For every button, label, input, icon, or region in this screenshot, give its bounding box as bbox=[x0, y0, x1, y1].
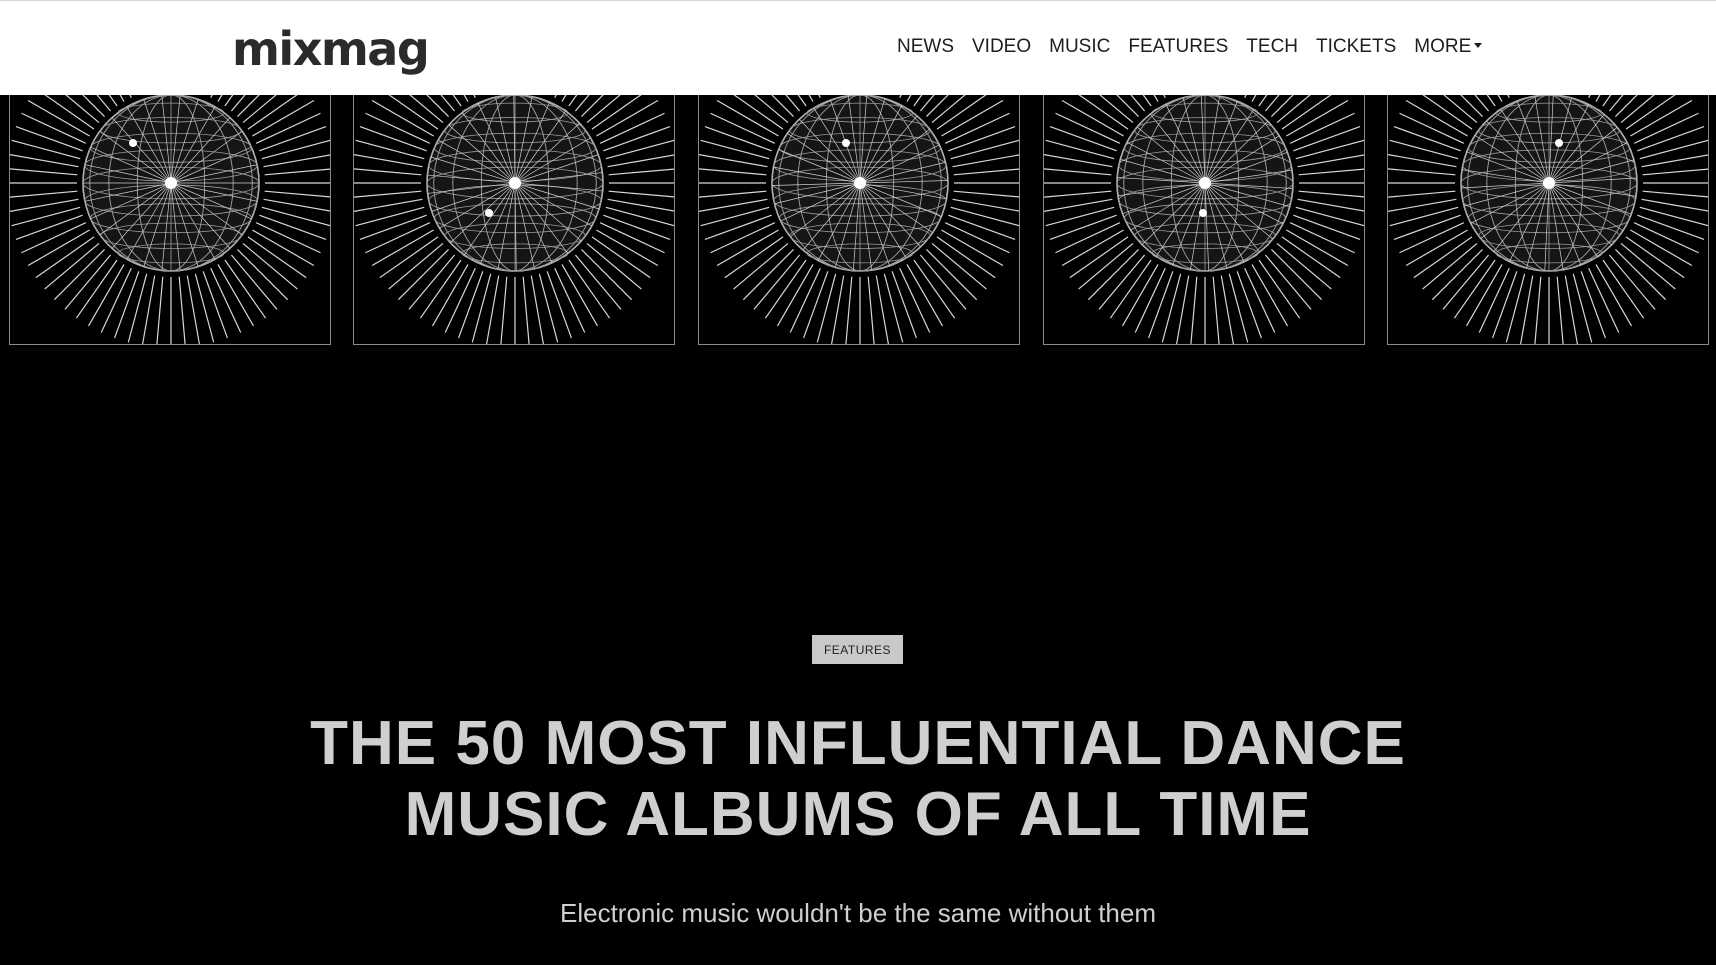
disco-ball-tile bbox=[1043, 95, 1365, 345]
disco-ball-icon bbox=[354, 95, 674, 344]
nav-music[interactable]: MUSIC bbox=[1040, 33, 1119, 61]
nav-tickets[interactable]: TICKETS bbox=[1307, 33, 1405, 61]
article-title-line-2: MUSIC ALBUMS OF ALL TIME bbox=[404, 780, 1312, 849]
category-badge[interactable]: FEATURES bbox=[812, 635, 903, 664]
mixmag-logo[interactable]: mixmag bbox=[232, 21, 430, 77]
disco-ball-icon bbox=[1044, 95, 1364, 344]
disco-ball-tile bbox=[9, 95, 331, 345]
chevron-down-icon bbox=[1474, 42, 1483, 48]
nav-tech[interactable]: TECH bbox=[1237, 33, 1307, 61]
disco-ball-icon bbox=[1388, 95, 1708, 344]
hero-image bbox=[0, 95, 1716, 350]
main-nav: NEWS VIDEO MUSIC FEATURES TECH TICKETS M… bbox=[888, 33, 1491, 61]
nav-news[interactable]: NEWS bbox=[888, 33, 963, 61]
nav-more-label: MORE bbox=[1414, 36, 1472, 57]
disco-ball-tile bbox=[1387, 95, 1709, 345]
nav-more[interactable]: MORE bbox=[1405, 33, 1491, 61]
article-title-line-1: THE 50 MOST INFLUENTIAL DANCE bbox=[310, 709, 1406, 778]
article-subtitle: Electronic music wouldn't be the same wi… bbox=[559, 898, 1157, 928]
disco-ball-tile bbox=[353, 95, 675, 345]
disco-ball-icon bbox=[10, 95, 330, 344]
nav-features[interactable]: FEATURES bbox=[1119, 33, 1237, 61]
page: mixmag NEWS VIDEO MUSIC FEATURES TECH TI… bbox=[0, 0, 1716, 965]
nav-video[interactable]: VIDEO bbox=[963, 33, 1040, 61]
article-title: THE 50 MOST INFLUENTIAL DANCE MUSIC ALBU… bbox=[200, 708, 1516, 850]
disco-ball-icon bbox=[699, 95, 1019, 344]
disco-ball-tile bbox=[698, 95, 1020, 345]
site-header: mixmag NEWS VIDEO MUSIC FEATURES TECH TI… bbox=[0, 0, 1716, 95]
